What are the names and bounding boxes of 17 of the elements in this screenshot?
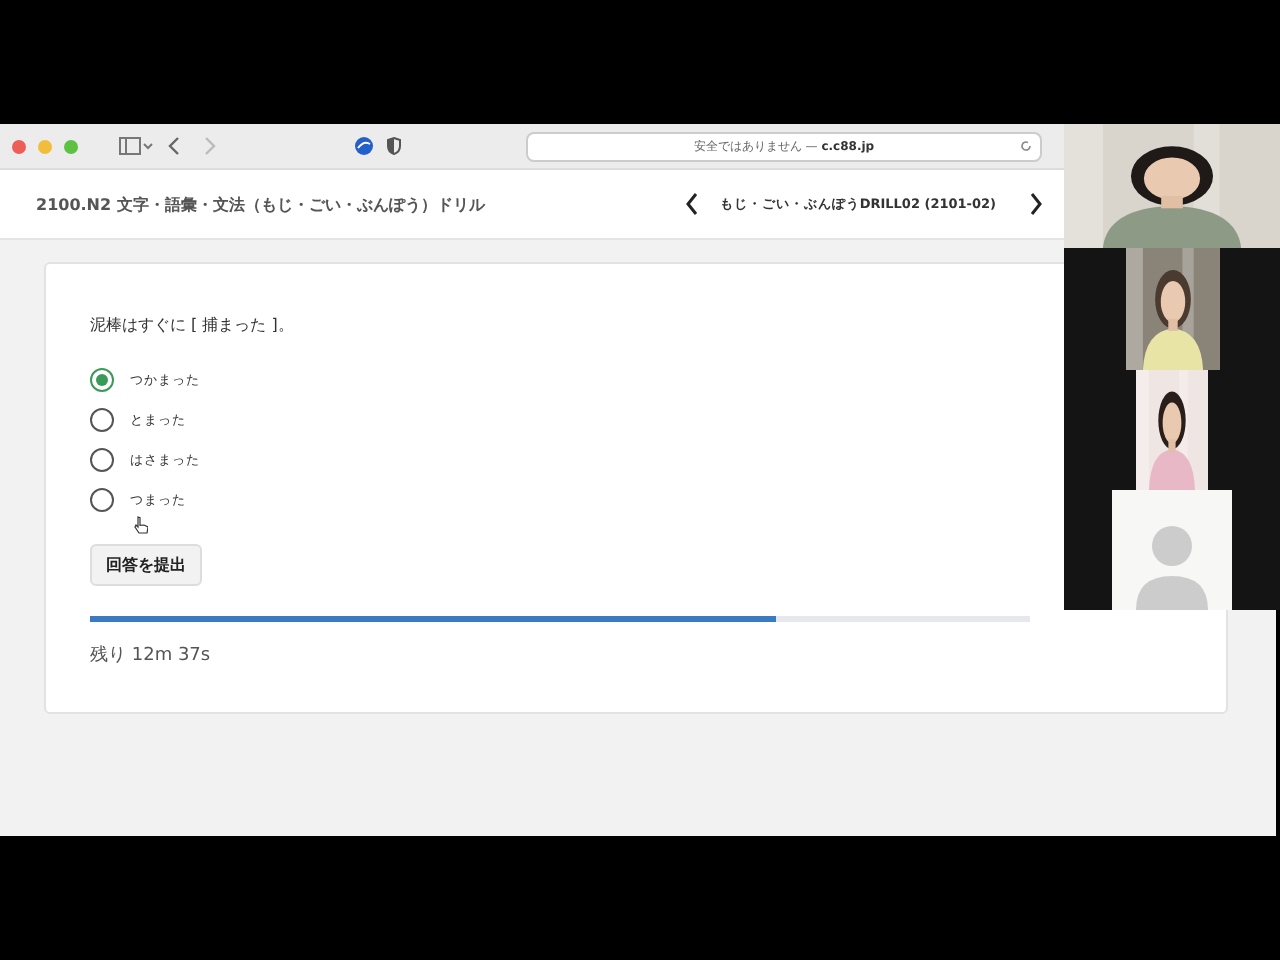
previous-icon[interactable] <box>683 192 700 216</box>
radio-button[interactable] <box>90 448 114 472</box>
submit-button[interactable]: 回答を提出 <box>90 544 202 586</box>
cursor-icon <box>134 516 148 534</box>
page-title: 2100.N2 文字・語彙・文法（もじ・ごい・ぶんぽう）ドリル <box>36 193 487 215</box>
next-icon[interactable] <box>1028 192 1044 216</box>
question-text: 泥棒はすぐに [ 捕まった ]。 <box>90 314 294 336</box>
sidebar-icon[interactable] <box>118 136 154 156</box>
extension-icon[interactable] <box>354 136 374 156</box>
radio-button[interactable] <box>90 408 114 432</box>
reload-icon[interactable] <box>1020 139 1032 151</box>
close-button[interactable] <box>12 139 26 153</box>
radio-button[interactable] <box>90 368 114 392</box>
time-remaining: 残り 12m 37s <box>90 643 211 668</box>
radio-button[interactable] <box>90 488 114 512</box>
shield-icon <box>386 136 402 156</box>
back-icon[interactable] <box>166 136 182 156</box>
